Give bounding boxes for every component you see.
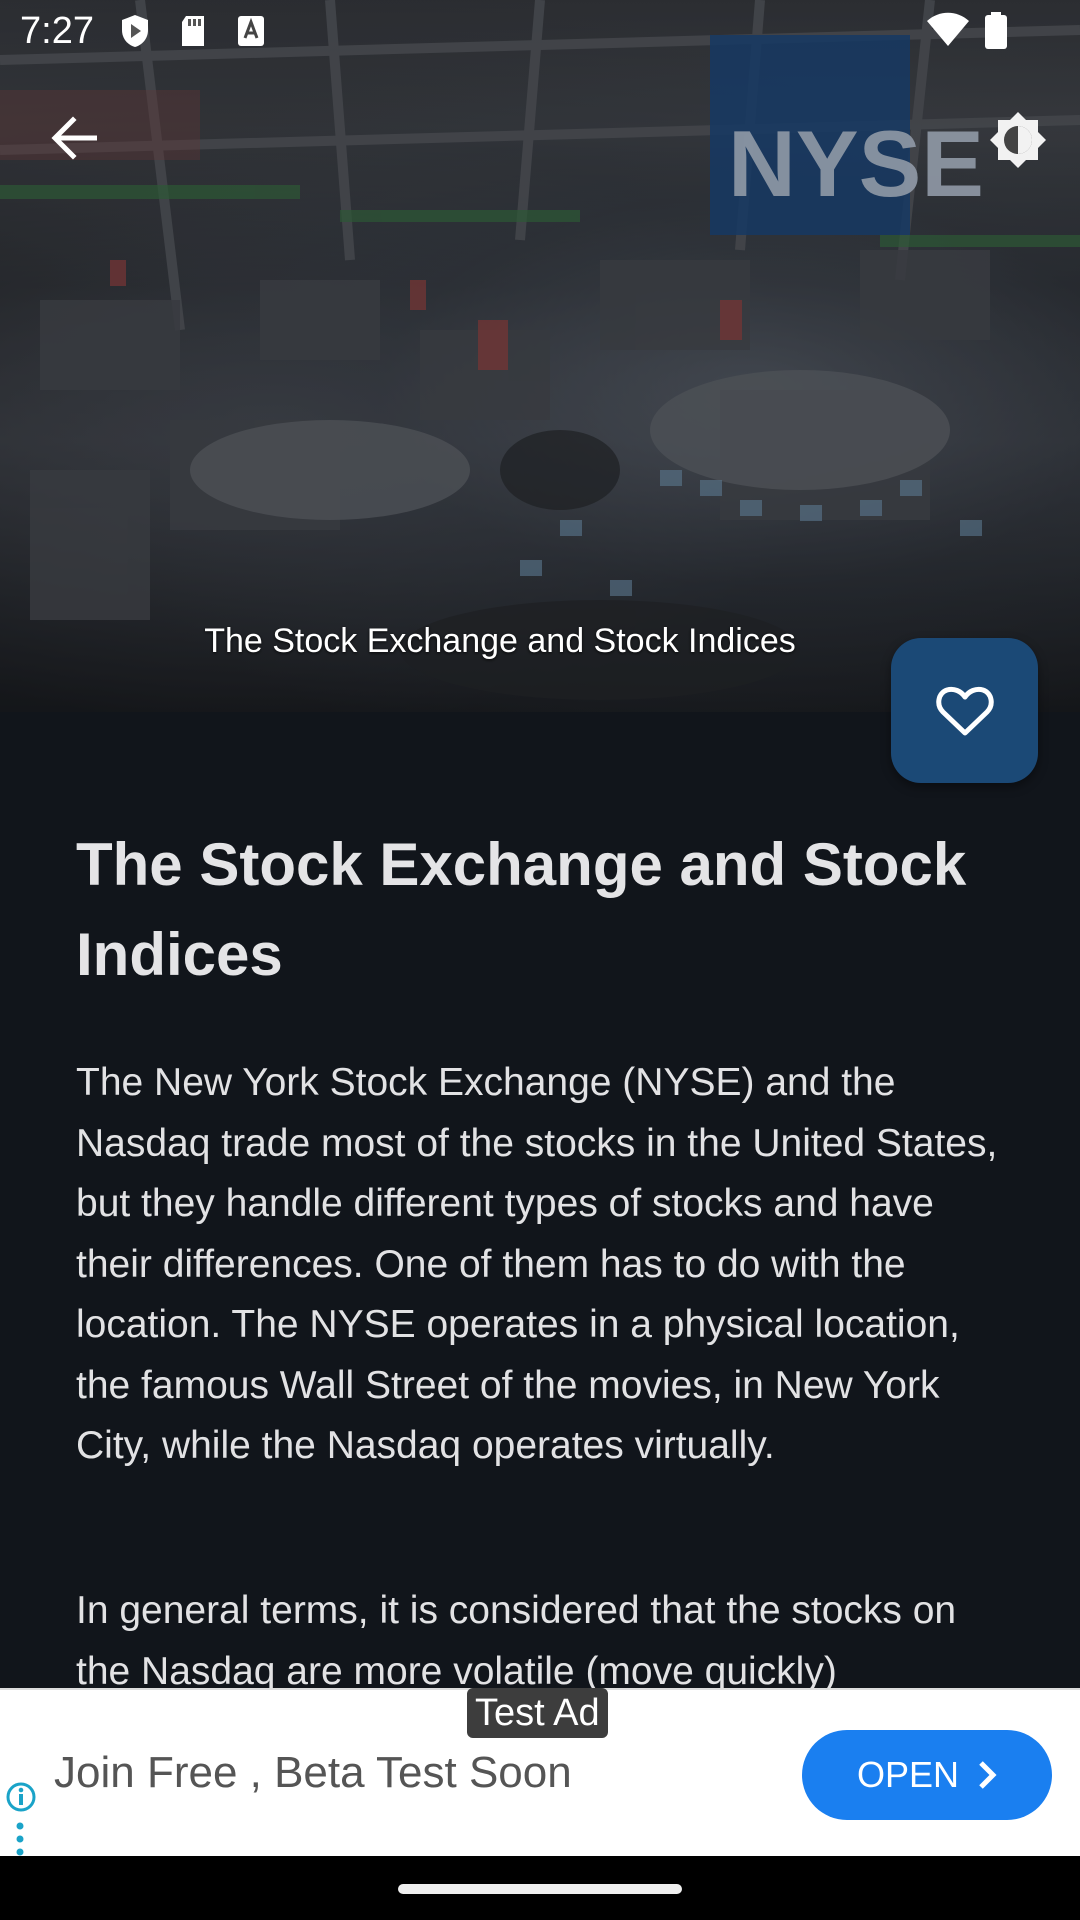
- text-a-icon: [238, 16, 264, 46]
- theme-toggle-button[interactable]: [982, 104, 1054, 176]
- ad-open-button[interactable]: OPEN: [802, 1730, 1052, 1820]
- svg-text:NYSE: NYSE: [728, 111, 984, 216]
- ad-open-label: OPEN: [856, 1754, 960, 1795]
- trading-floor-illustration: NYSE: [0, 0, 1080, 700]
- article-paragraph: The New York Stock Exchange (NYSE) and t…: [76, 1061, 998, 1467]
- brightness-icon: [990, 112, 1046, 168]
- ad-label: Test Ad: [467, 1688, 608, 1738]
- favorite-button[interactable]: [891, 638, 1038, 783]
- status-bar: 7:27: [0, 0, 1080, 64]
- status-time: 7:27: [20, 10, 94, 52]
- ad-info-icon[interactable]: [6, 1782, 36, 1812]
- article-title: The Stock Exchange and Stock Indices: [76, 831, 967, 988]
- chevron-right-icon: [979, 1761, 997, 1789]
- arrow-back-icon: [51, 116, 97, 160]
- back-button[interactable]: [40, 104, 108, 172]
- hero-caption: The Stock Exchange and Stock Indices: [204, 622, 796, 660]
- ad-banner[interactable]: Test Ad Join Free , Beta Test Soon OPEN: [0, 1688, 1080, 1858]
- navigation-bar: [0, 1856, 1080, 1920]
- wifi-icon: [927, 12, 969, 46]
- heart-outline-icon: [935, 686, 994, 735]
- ad-headline[interactable]: Join Free , Beta Test Soon: [54, 1748, 572, 1798]
- play-protect-icon: [122, 15, 148, 47]
- battery-icon: [985, 12, 1007, 49]
- home-gesture-handle[interactable]: [398, 1884, 682, 1894]
- hero-image: NYSE: [0, 0, 1080, 712]
- ad-menu-icon[interactable]: [14, 1822, 26, 1856]
- sd-card-icon: [182, 16, 204, 46]
- article-paragraph: In general terms, it is considered that …: [76, 1589, 957, 1693]
